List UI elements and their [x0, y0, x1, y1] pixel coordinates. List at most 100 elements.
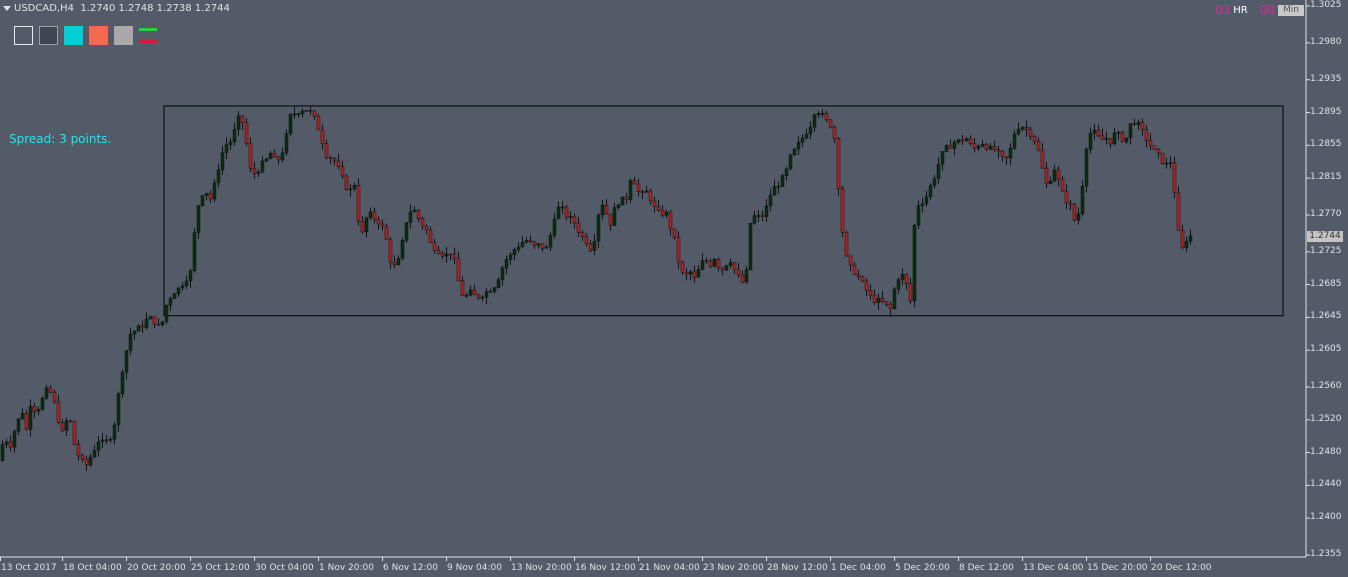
bear-candle	[320, 129, 325, 144]
bull-candle	[800, 137, 805, 143]
bull-candle	[488, 291, 493, 293]
bear-candle	[848, 255, 853, 266]
bear-candle	[1140, 122, 1145, 130]
price-tick-label: 1.2605	[1310, 344, 1342, 355]
bear-candle	[324, 143, 329, 158]
bull-candle	[220, 152, 225, 171]
bear-candle	[840, 188, 845, 233]
bull-candle	[776, 186, 781, 188]
bull-candle	[0, 444, 5, 462]
bear-candle	[864, 280, 869, 291]
bull-candle	[700, 260, 705, 270]
bull-candle	[4, 441, 9, 445]
bull-candle	[512, 249, 517, 256]
bear-candle	[376, 219, 381, 225]
bull-candle	[404, 222, 409, 241]
bear-candle	[452, 253, 457, 259]
bear-candle	[312, 110, 317, 117]
bull-candle	[504, 259, 509, 269]
bear-candle	[860, 276, 865, 282]
bear-candle	[1000, 150, 1005, 157]
bear-candle	[424, 225, 429, 231]
bear-candle	[272, 153, 277, 158]
bear-candle	[240, 115, 245, 123]
bear-candle	[960, 139, 965, 142]
bull-candle	[892, 288, 897, 309]
bull-candle	[1080, 185, 1085, 215]
bull-candle	[952, 141, 957, 149]
bear-candle	[972, 143, 977, 149]
bear-candle	[384, 226, 389, 240]
bear-candle	[72, 421, 77, 445]
bull-candle	[28, 406, 33, 430]
bull-candle	[132, 330, 137, 335]
bull-candle	[260, 160, 265, 173]
bull-candle	[944, 145, 949, 152]
bear-candle	[68, 420, 73, 423]
current-price-marker: 1.2744	[1307, 231, 1343, 242]
bear-candle	[1156, 149, 1161, 154]
time-tick-label: 1 Nov 20:00	[319, 563, 374, 573]
bear-candle	[604, 204, 609, 215]
bear-candle	[636, 183, 641, 192]
bull-candle	[560, 206, 565, 209]
bull-candle	[172, 293, 177, 299]
time-tick-label: 18 Oct 04:00	[63, 563, 122, 573]
bear-candle	[872, 294, 877, 304]
bull-candle	[1076, 213, 1081, 221]
bear-candle	[76, 444, 81, 457]
bear-candle	[1032, 135, 1037, 142]
bear-candle	[448, 253, 453, 256]
time-tick-label: 25 Oct 12:00	[191, 563, 250, 573]
bull-candle	[352, 185, 357, 190]
time-tick-label: 20 Dec 12:00	[1151, 563, 1212, 573]
bear-candle	[720, 267, 725, 271]
bull-candle	[688, 271, 693, 275]
price-tick-label: 1.2520	[1310, 413, 1342, 424]
bear-candle	[760, 215, 765, 217]
price-tick-label: 1.2560	[1310, 381, 1342, 392]
bull-candle	[804, 133, 809, 139]
bull-candle	[1016, 128, 1021, 135]
bear-candle	[572, 216, 577, 224]
candlestick-plot[interactable]	[0, 0, 1348, 577]
bull-candle	[592, 240, 597, 251]
bear-candle	[968, 138, 973, 144]
bear-candle	[576, 222, 581, 233]
bear-candle	[588, 243, 593, 251]
bear-candle	[680, 261, 685, 273]
bear-candle	[676, 237, 681, 263]
bear-candle	[432, 242, 437, 251]
bull-candle	[44, 387, 49, 399]
bear-candle	[540, 243, 545, 249]
bull-candle	[492, 287, 497, 292]
bear-candle	[1120, 132, 1125, 142]
bull-candle	[744, 269, 749, 283]
chart-area[interactable]: USDCAD,H4 1.2740 1.2748 1.2738 1.2744 Sp…	[0, 0, 1348, 577]
bear-candle	[140, 325, 145, 329]
bear-candle	[1180, 229, 1185, 249]
bear-candle	[836, 138, 841, 189]
bull-candle	[728, 262, 733, 266]
bull-candle	[224, 144, 229, 153]
bear-candle	[948, 145, 953, 149]
bear-candle	[372, 211, 377, 220]
price-tick-label: 1.2725	[1310, 245, 1342, 256]
bull-candle	[912, 224, 917, 302]
bull-candle	[180, 285, 185, 289]
bull-candle	[284, 133, 289, 154]
bull-candle	[516, 246, 521, 250]
bull-candle	[548, 235, 553, 248]
bear-candle	[1096, 129, 1101, 137]
bull-candle	[784, 168, 789, 176]
bear-candle	[276, 156, 281, 161]
bull-candle	[524, 240, 529, 243]
bear-candle	[632, 180, 637, 185]
bull-candle	[964, 138, 969, 142]
price-tick-label: 1.2980	[1310, 36, 1342, 47]
bear-candle	[460, 280, 465, 296]
bull-candle	[768, 194, 773, 207]
time-tick-label: 13 Oct 2017	[1, 563, 57, 573]
bear-candle	[244, 122, 249, 144]
bear-candle	[156, 323, 161, 326]
